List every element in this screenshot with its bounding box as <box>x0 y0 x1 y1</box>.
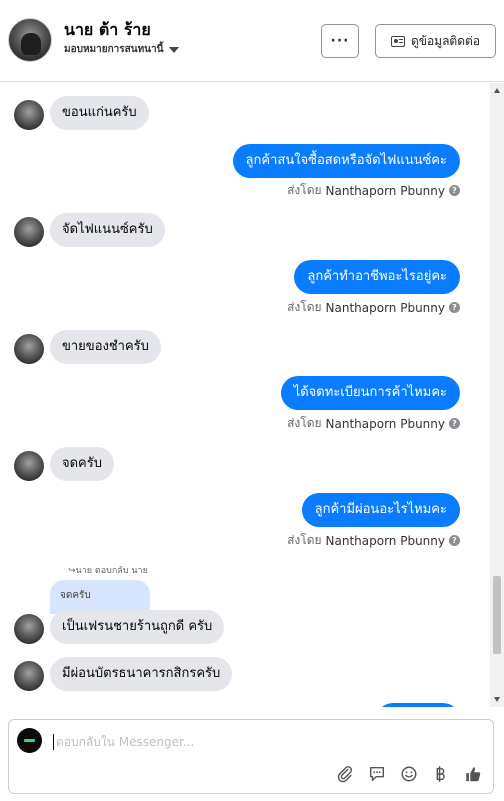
outgoing-message[interactable]: ลูกค้าสนใจซื้อสดหรือจัดไฟแนนซ์คะ <box>232 144 460 178</box>
scroll-thumb[interactable] <box>493 576 501 654</box>
quoted-text: จดครับ <box>60 590 91 601</box>
info-icon[interactable]: ? <box>449 185 460 196</box>
more-options-icon: ··· <box>330 33 350 49</box>
contact-avatar-small <box>14 100 44 130</box>
emoji-icon[interactable] <box>399 764 419 784</box>
more-options-button[interactable]: ··· <box>321 24 359 58</box>
sender-name: Nanthaporn Pbunny <box>325 533 445 548</box>
assign-label: มอบหมายการสนทนานี้ <box>64 44 164 55</box>
contact-avatar-small <box>14 334 44 364</box>
sent-by-label: ส่งโดย Nanthaporn Pbunny ? <box>287 181 460 200</box>
saved-reply-icon[interactable] <box>367 764 387 784</box>
sent-by-prefix: ส่งโดย <box>287 533 322 547</box>
reply-note-text: นาย ตอบกลับ นาย <box>75 566 148 576</box>
thumbs-up-icon[interactable] <box>463 764 483 784</box>
attach-icon[interactable] <box>335 764 355 784</box>
quoted-message[interactable]: จดครับ <box>50 580 150 614</box>
reply-input[interactable] <box>53 734 353 750</box>
scroll-up-arrow-icon[interactable] <box>494 88 500 93</box>
conversation-header: นาย ต้า ร้าย มอบหมายการสนทนานี้ ··· ดูข้… <box>0 0 504 82</box>
incoming-message[interactable]: มีผ่อนบัตรธนาคารกสิกรครับ <box>50 657 233 691</box>
sent-by-label: ส่งโดย Nanthaporn Pbunny ? <box>287 414 460 433</box>
outgoing-message-partial[interactable] <box>376 703 460 707</box>
message-composer <box>8 719 494 794</box>
scroll-down-arrow-icon[interactable] <box>494 697 500 702</box>
incoming-message[interactable]: จัดไฟแนนซ์ครับ <box>50 213 165 247</box>
contact-avatar-small <box>14 661 44 691</box>
baht-icon[interactable] <box>430 764 450 784</box>
info-icon[interactable]: ? <box>449 418 460 429</box>
contact-avatar-small <box>14 451 44 481</box>
contact-name: นาย ต้า ร้าย <box>64 20 151 39</box>
sent-by-label: ส่งโดย Nanthaporn Pbunny ? <box>287 298 460 317</box>
incoming-message[interactable]: จดครับ <box>50 447 114 481</box>
incoming-message[interactable]: เป็นเฟรนชายร้านถูกดี ครับ <box>50 610 225 644</box>
assign-conversation-dropdown[interactable]: มอบหมายการสนทนานี้ <box>64 42 180 57</box>
sent-by-prefix: ส่งโดย <box>287 300 322 314</box>
sent-by-prefix: ส่งโดย <box>287 183 322 197</box>
reply-note: ↪นาย ตอบกลับ นาย <box>68 563 148 577</box>
view-contact-label: ดูข้อมูลติดต่อ <box>410 33 481 48</box>
outgoing-message[interactable]: ลูกค้ามีผ่อนอะไรไหมคะ <box>301 493 460 527</box>
sender-name: Nanthaporn Pbunny <box>325 416 445 431</box>
message-scrollbar[interactable] <box>490 83 504 707</box>
caret-down-icon <box>169 46 180 53</box>
sent-by-prefix: ส่งโดย <box>287 416 322 430</box>
sent-by-label: ส่งโดย Nanthaporn Pbunny ? <box>287 531 460 550</box>
view-contact-button[interactable]: ดูข้อมูลติดต่อ <box>375 24 496 58</box>
contact-card-icon <box>390 35 405 47</box>
sender-name: Nanthaporn Pbunny <box>325 300 445 315</box>
outgoing-message[interactable]: ได้จดทะเบียนการค้าไหมคะ <box>280 376 460 410</box>
sender-name: Nanthaporn Pbunny <box>325 183 445 198</box>
info-icon[interactable]: ? <box>449 535 460 546</box>
incoming-message[interactable]: ขายของชำครับ <box>50 330 161 364</box>
contact-avatar-small <box>14 217 44 247</box>
reply-arrow-icon: ↪ <box>68 566 76 576</box>
incoming-message[interactable]: ขอนแก่นครับ <box>50 96 149 130</box>
contact-avatar[interactable] <box>8 18 52 62</box>
message-thread[interactable]: ขอนแก่นครับ ลูกค้าสนใจซื้อสดหรือจัดไฟแนน… <box>0 83 490 707</box>
outgoing-message[interactable]: ลูกค้าทำอาชีพอะไรอยู่คะ <box>294 260 460 294</box>
info-icon[interactable]: ? <box>449 302 460 313</box>
page-avatar <box>17 728 42 753</box>
contact-avatar-small <box>14 614 44 644</box>
